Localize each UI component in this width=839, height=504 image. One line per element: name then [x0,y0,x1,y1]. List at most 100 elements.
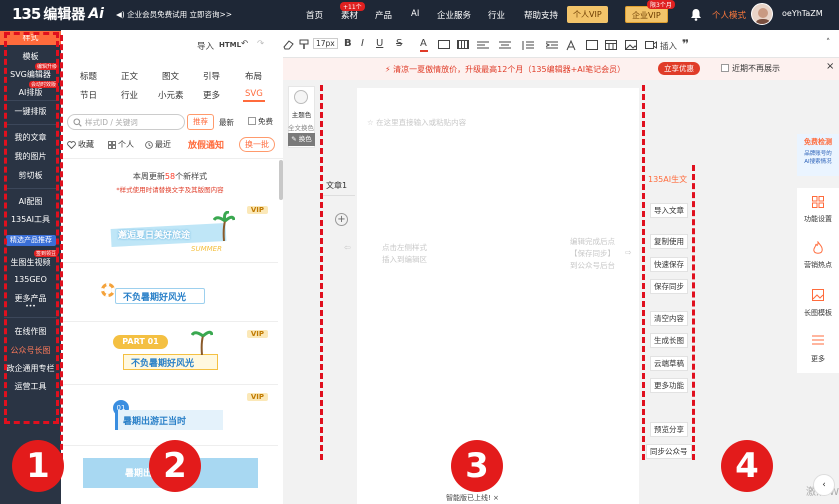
cat-body[interactable]: 正文 [121,70,138,82]
style-card[interactable]: VIP PART 01 不负暑期好风光 [63,327,278,385]
insert-menu[interactable]: 插入 [660,40,677,52]
add-doc-icon[interactable]: + [335,213,348,226]
bell-icon[interactable] [690,8,702,21]
nav-products[interactable]: 产品 [375,9,392,21]
tag-recent[interactable]: 最近 [145,139,171,150]
strikethrough-button[interactable]: S [396,38,402,49]
quick-save-button[interactable]: 快速保存 [650,257,688,272]
bold-button[interactable]: B [344,38,352,49]
settings-grid-icon[interactable] [812,196,824,208]
long-image-button[interactable]: 生成长图 [650,333,688,348]
recommend-button[interactable]: 推荐 [187,114,214,130]
card-part-label: PART 01 [113,335,168,349]
video-icon[interactable] [645,40,657,50]
personal-vip-button[interactable]: 个人VIP [567,6,608,23]
avatar[interactable] [751,3,773,25]
long-image-icon[interactable] [812,289,824,301]
indent-icon[interactable] [546,41,558,50]
long-image-template-label[interactable]: 长图模板 [797,308,839,318]
sync-wechat-button[interactable]: 同步公众号 [646,444,692,459]
border-icon[interactable] [586,40,598,50]
ad-line2: 品牌账号的 [804,151,832,157]
align-left-icon[interactable] [477,41,489,50]
cat-small-element[interactable]: 小元素 [158,89,184,101]
tag-personal[interactable]: 个人 [108,139,134,150]
eraser-icon[interactable] [283,39,294,50]
save-sync-button[interactable]: 保存同步 [650,279,688,294]
more-functions-button[interactable]: 更多功能 [650,378,688,393]
menu-icon[interactable] [812,335,824,345]
line-height-icon[interactable] [522,41,534,50]
clear-content-button[interactable]: 清空内容 [650,311,688,326]
cat-active-underline [243,100,265,102]
change-color-button[interactable]: ✎ 换色 [288,133,315,146]
cat-festival[interactable]: 节日 [80,89,97,101]
logo[interactable]: 135 编辑器 Ai [12,4,104,24]
ai-writing-button[interactable]: 135AI生文 [648,174,687,185]
italic-button[interactable]: I [361,38,364,49]
ad-line3: AI搜索情况 [804,159,832,165]
swap-batch-button[interactable]: 换一批 [239,137,275,152]
style-card[interactable]: VIP 01 暑期出游正当时 [63,390,278,446]
font-size-select[interactable]: 17px [313,38,338,49]
annotation-number-1: 1 [12,440,64,492]
html-button[interactable]: HTML [219,41,241,49]
function-settings-label[interactable]: 功能设置 [797,214,839,224]
redo-icon[interactable]: ↷ [257,39,264,49]
search-input[interactable]: 样式ID / 关键词 [67,114,185,130]
copy-use-button[interactable]: 复制使用 [650,234,688,249]
cat-image-text[interactable]: 图文 [162,70,179,82]
underline-button[interactable]: U [376,38,383,49]
format-brush-icon[interactable] [299,39,310,50]
theme-color-icon[interactable] [294,90,308,104]
card-title: 不负暑期好风光 [131,359,195,369]
chevron-up-icon[interactable]: ˄ [826,38,830,48]
nav-industry[interactable]: 行业 [488,9,505,21]
import-article-button[interactable]: 导入文章 [650,203,688,218]
editor-canvas[interactable] [357,88,639,504]
doc-tab[interactable]: 文章1 [326,180,347,191]
dont-show-checkbox[interactable] [721,64,729,72]
enterprise-promo-link[interactable]: ◀) 企业会员免费试用 立即咨询>> [116,9,232,20]
personal-mode-label[interactable]: 个人模式 [712,9,746,21]
tag-favorites[interactable]: 收藏 [67,139,94,150]
fire-icon[interactable] [812,241,824,255]
cat-more[interactable]: 更多 [203,89,220,101]
nav-help[interactable]: 帮助支持 [524,9,558,21]
style-card[interactable]: 不负暑期好风光 [63,268,278,322]
nav-ai[interactable]: AI [411,9,419,19]
more-label[interactable]: 更多 [797,354,839,364]
preview-share-button[interactable]: 预览分享 [650,422,688,437]
free-checkbox[interactable] [248,117,256,125]
background-color-icon[interactable] [438,40,450,49]
table-icon[interactable] [605,40,617,50]
align-center-icon[interactable] [499,41,511,50]
chevron-left-icon[interactable]: ‹ [813,474,835,496]
nav-home[interactable]: 首页 [306,9,323,21]
import-button[interactable]: 导入 [197,40,214,52]
claim-offer-button[interactable]: 立享优惠 [658,62,700,75]
font-color-button[interactable]: A [420,38,427,49]
cat-title[interactable]: 标题 [80,70,97,82]
undo-icon[interactable]: ↶ [241,39,248,49]
text-format-icon[interactable] [565,40,577,51]
red-dashed-line-4 [692,165,695,460]
search-icon [73,118,82,127]
letter-spacing-icon[interactable] [457,40,469,49]
marketing-hotspot-label[interactable]: 营销热点 [797,260,839,270]
clock-icon [145,140,153,149]
nav-enterprise[interactable]: 企业服务 [437,9,471,21]
style-card[interactable]: VIP 邂逅夏日美好旅途 SUMMER [63,203,278,263]
image-icon[interactable] [625,40,637,50]
cat-layout[interactable]: 布局 [245,70,262,82]
cat-guide[interactable]: 引导 [203,70,220,82]
username[interactable]: oeYhTaZM [782,9,823,18]
cat-industry[interactable]: 行业 [121,89,138,101]
cloud-draft-button[interactable]: 云端草稿 [650,356,688,371]
holiday-notice-link[interactable]: 放假通知 [188,138,224,151]
quote-icon[interactable]: ❞ [682,37,689,51]
close-icon[interactable]: × [826,61,834,72]
cat-svg[interactable]: SVG [245,89,263,99]
status-toast[interactable]: 智能版已上线! × [443,493,502,503]
latest-button[interactable]: 最新 [219,117,234,128]
